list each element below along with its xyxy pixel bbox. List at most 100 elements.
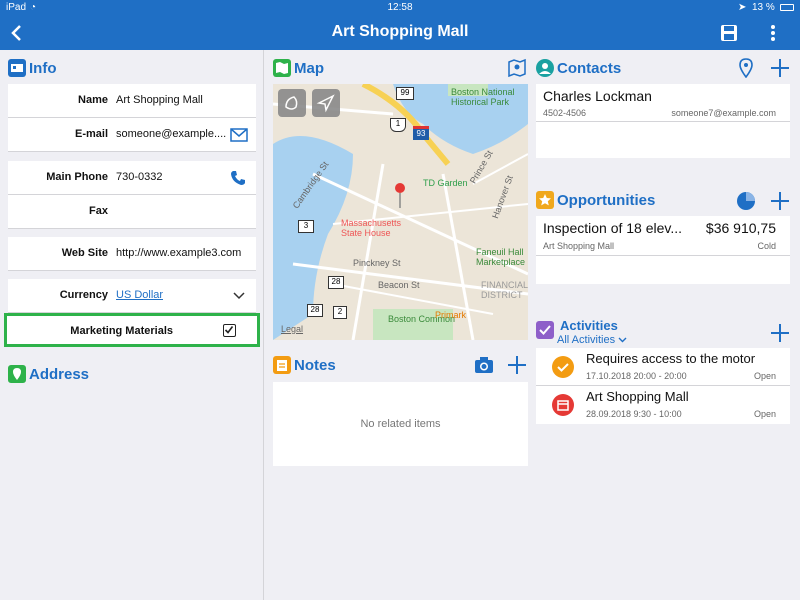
map-label-primark: Primark	[435, 310, 466, 320]
info-section-header: Info	[8, 56, 57, 80]
navigate-button[interactable]	[312, 89, 340, 117]
email-label: E-mail	[74, 128, 108, 140]
marketing-materials-row[interactable]: Marketing Materials	[4, 313, 260, 347]
notes-title: Notes	[294, 356, 336, 374]
currency-value[interactable]: US Dollar	[116, 289, 163, 301]
website-value[interactable]: http://www.example3.com	[116, 247, 241, 259]
map-label-historical-park: Boston National Historical Park	[451, 87, 515, 107]
map-section-header: Map	[273, 56, 324, 80]
contacts-card: Charles Lockman 4502-4506 someone7@examp…	[536, 84, 790, 158]
opportunities-section-header: Opportunities	[536, 188, 655, 212]
info-column: Info Name Art Shopping Mall E-mail someo…	[0, 50, 264, 600]
main-phone-row[interactable]: Main Phone 730-0332	[8, 161, 256, 195]
activities-filter-dropdown[interactable]: All Activities	[557, 334, 627, 346]
info-card-icon	[8, 59, 26, 77]
activities-title: Activities	[560, 318, 618, 333]
location-pin-icon[interactable]	[738, 58, 754, 78]
contact-phone: 4502-4506	[543, 108, 587, 118]
opportunity-list-item[interactable]: Inspection of 18 elev... $36 910,75 Art …	[536, 216, 790, 256]
fax-label: Fax	[89, 205, 108, 217]
layers-icon	[285, 96, 298, 110]
route-badge: 2	[333, 306, 347, 319]
currency-label: Currency	[59, 289, 108, 301]
contacts-title: Contacts	[557, 59, 622, 77]
email-value[interactable]: someone@example....	[116, 128, 226, 140]
map-view-icon[interactable]	[507, 58, 527, 78]
activity-status: Open	[753, 371, 776, 381]
address-section-header: Address	[8, 362, 89, 386]
route-badge: 99	[396, 87, 414, 100]
camera-icon[interactable]	[473, 355, 495, 375]
task-status-icon	[552, 356, 574, 378]
chevron-down-icon	[618, 337, 627, 343]
route-badge: 1	[390, 118, 406, 132]
contacts-person-icon	[536, 59, 554, 77]
mail-icon[interactable]	[230, 128, 248, 142]
contact-name: Charles Lockman	[543, 88, 652, 104]
checkmark-icon	[224, 326, 234, 334]
activity-title: Art Shopping Mall	[586, 389, 689, 404]
currency-row[interactable]: Currency US Dollar	[8, 279, 256, 313]
contact-list-item[interactable]: Charles Lockman 4502-4506 someone7@examp…	[536, 84, 790, 122]
address-map-icon	[8, 365, 26, 383]
activity-time: 17.10.2018 20:00 - 20:00	[586, 371, 687, 381]
calendar-event-icon	[552, 394, 574, 416]
location-map[interactable]: Boston National Historical Park TD Garde…	[273, 84, 528, 340]
contacts-section-header: Contacts	[536, 56, 621, 80]
main-phone-label: Main Phone	[46, 171, 108, 183]
status-time: 12:58	[387, 2, 413, 13]
save-button[interactable]	[718, 22, 740, 44]
route-badge: 28	[328, 276, 344, 289]
route-badge: 3	[298, 220, 314, 233]
battery-text: 13 %	[752, 2, 775, 13]
opportunity-amount: $36 910,75	[705, 220, 776, 236]
opportunity-status: Cold	[757, 241, 776, 251]
name-label: Name	[78, 94, 108, 106]
map-legal-link[interactable]: Legal	[281, 324, 303, 334]
main-phone-value[interactable]: 730-0332	[116, 171, 163, 183]
map-label-state-house: Massachusetts State House	[341, 218, 402, 238]
add-activity-button[interactable]	[771, 324, 789, 342]
name-value[interactable]: Art Shopping Mall	[116, 94, 203, 106]
nav-bar: Art Shopping Mall	[0, 16, 800, 50]
activities-check-icon	[536, 321, 554, 339]
map-label-financial-district: FINANCIAL DISTRICT	[481, 280, 528, 300]
marketing-materials-checkbox[interactable]	[223, 324, 236, 337]
add-note-button[interactable]	[508, 356, 526, 374]
more-options-button[interactable]	[765, 22, 781, 44]
contact-email: someone7@example.com	[671, 108, 776, 118]
name-row[interactable]: Name Art Shopping Mall	[8, 84, 256, 118]
status-bar: iPad ◔ 12:58 ➤ 13 %	[0, 0, 800, 16]
activities-card: Requires access to the motor 17.10.2018 …	[536, 348, 790, 424]
page-title: Art Shopping Mall	[331, 23, 469, 40]
opportunity-name: Inspection of 18 elev...	[543, 220, 683, 236]
add-opportunity-button[interactable]	[771, 192, 789, 210]
activity-list-item[interactable]: Art Shopping Mall 28.09.2018 9:30 - 10:0…	[536, 386, 790, 424]
battery-icon	[780, 4, 794, 11]
map-label-faneuil-hall: Faneuil Hall Marketplace	[476, 247, 526, 267]
add-contact-button[interactable]	[771, 59, 789, 77]
chevron-down-icon[interactable]	[232, 291, 246, 301]
info-title: Info	[29, 59, 57, 77]
phone-icon[interactable]	[230, 170, 246, 186]
map-layers-button[interactable]	[278, 89, 306, 117]
map-label-pinckney-st: Pinckney St	[353, 258, 401, 268]
website-row[interactable]: Web Site http://www.example3.com	[8, 237, 256, 271]
address-title: Address	[29, 365, 90, 383]
activity-time: 28.09.2018 9:30 - 10:00	[586, 409, 682, 419]
marketing-materials-label: Marketing Materials	[70, 325, 173, 337]
more-vertical-icon	[771, 25, 775, 41]
activities-filter-label: All Activities	[557, 334, 616, 346]
route-badge: 28	[307, 304, 323, 317]
map-label-beacon-st: Beacon St	[378, 280, 420, 290]
activity-status: Open	[753, 409, 776, 419]
fax-row[interactable]: Fax	[8, 195, 256, 229]
notes-section-header: Notes	[273, 353, 336, 377]
activities-section-header: Activities All Activities	[536, 318, 736, 348]
notes-card: No related items	[273, 382, 528, 466]
pie-chart-icon[interactable]	[735, 190, 757, 212]
email-row[interactable]: E-mail someone@example....	[8, 118, 256, 152]
notes-empty-text: No related items	[360, 418, 441, 430]
map-label-td-garden: TD Garden	[423, 178, 468, 188]
activity-list-item[interactable]: Requires access to the motor 17.10.2018 …	[536, 348, 790, 386]
